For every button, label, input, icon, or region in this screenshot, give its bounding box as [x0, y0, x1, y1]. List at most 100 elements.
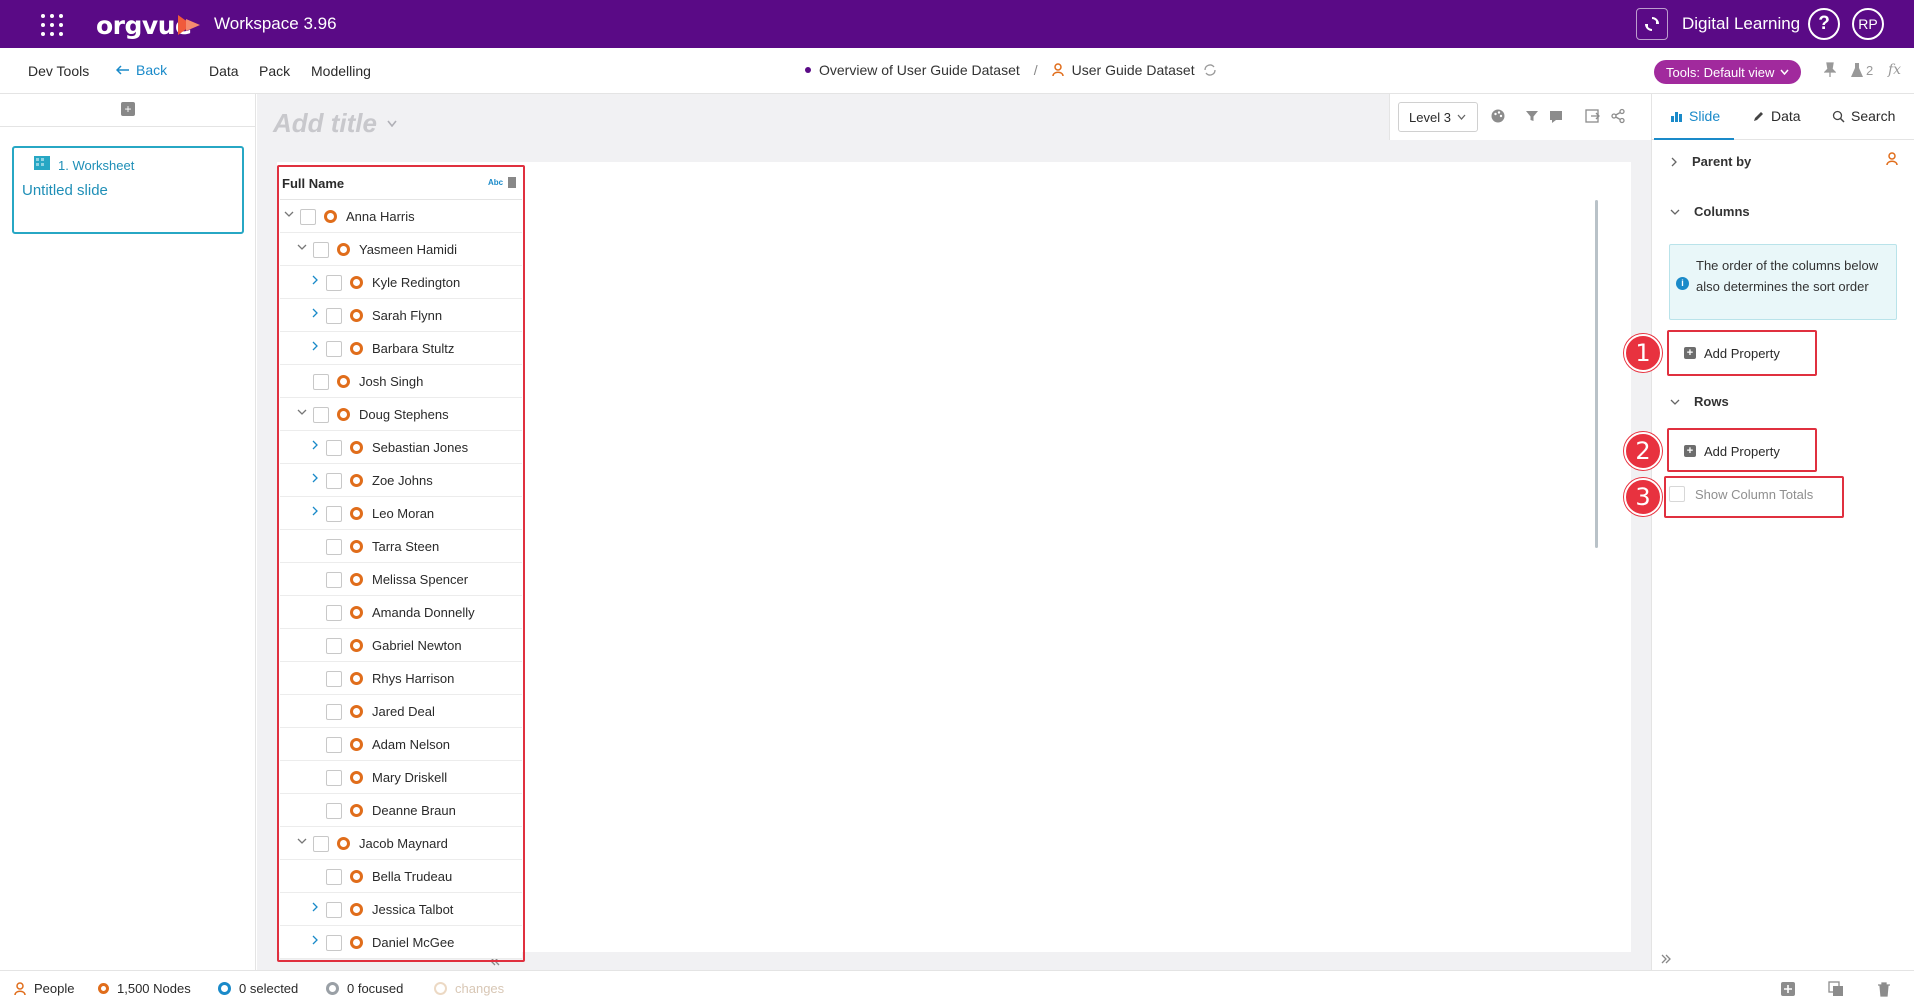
annotation-badge-2: 2: [1624, 432, 1662, 470]
chevron-down-icon: [1780, 69, 1789, 75]
slide-thumbnail[interactable]: 1. Worksheet Untitled slide: [12, 146, 244, 234]
person-icon[interactable]: [1886, 152, 1898, 166]
person-icon: [1051, 63, 1064, 77]
tab-data-label: Data: [1771, 108, 1801, 124]
status-focused-label: 0 focused: [347, 981, 404, 996]
tab-data[interactable]: Data: [1752, 108, 1801, 124]
level-select[interactable]: Level 3: [1398, 102, 1478, 132]
breadcrumb-separator: /: [1033, 62, 1038, 78]
add-node-icon[interactable]: [1780, 981, 1796, 997]
search-icon: [1832, 110, 1845, 123]
tab-search-label: Search: [1851, 108, 1896, 124]
slides-panel: + 1. Worksheet Untitled slide: [0, 94, 256, 970]
chevron-down-icon: [1670, 399, 1680, 405]
active-tab-indicator: [1654, 138, 1734, 140]
app-grid-icon[interactable]: [40, 13, 64, 37]
flask-count: 2: [1866, 62, 1874, 78]
expand-right-icon[interactable]: [1660, 954, 1672, 964]
bar-chart-icon: [1671, 111, 1682, 122]
slide-number: 1. Worksheet: [58, 158, 135, 173]
menu-dev-tools[interactable]: Dev Tools: [28, 63, 89, 79]
status-changes[interactable]: changes: [434, 981, 504, 996]
person-icon: [14, 981, 26, 995]
filter-icon[interactable]: [1524, 108, 1540, 124]
workspace-label: Workspace 3.96: [214, 14, 337, 33]
tab-slide-label: Slide: [1689, 108, 1721, 124]
user-avatar[interactable]: RP: [1852, 8, 1884, 40]
menu-modelling[interactable]: Modelling: [311, 63, 371, 79]
chevron-right-icon: [1671, 157, 1677, 166]
top-bar: orgvue Workspace 3.96 Digital Learning ?…: [0, 0, 1914, 48]
status-selected-label: 0 selected: [239, 981, 299, 996]
status-focused[interactable]: 0 focused: [326, 981, 403, 996]
status-selected[interactable]: 0 selected: [218, 981, 298, 996]
status-nodes[interactable]: 1,500 Nodes: [98, 981, 191, 996]
tools-view-dropdown[interactable]: Tools: Default view: [1654, 60, 1802, 84]
back-label: Back: [136, 62, 168, 78]
tab-search[interactable]: Search: [1832, 108, 1895, 124]
tab-slide[interactable]: Slide: [1670, 108, 1720, 124]
orgvue-logo-mark-icon: [178, 15, 202, 35]
annotation-badge-3: 3: [1624, 478, 1662, 516]
comment-icon[interactable]: [1548, 108, 1564, 124]
flask-icon: [1851, 63, 1863, 77]
info-callout: i The order of the columns below also de…: [1669, 244, 1897, 320]
status-changes-label: changes: [455, 981, 505, 996]
export-icon[interactable]: [1584, 108, 1600, 124]
sync-button[interactable]: [1636, 8, 1668, 40]
formula-button[interactable]: fx: [1888, 62, 1901, 78]
title-input[interactable]: Add title: [273, 108, 397, 139]
breadcrumb-parent[interactable]: Overview of User Guide Dataset: [819, 62, 1020, 78]
menu-data[interactable]: Data: [209, 63, 239, 79]
section-columns-label: Columns: [1694, 204, 1750, 219]
highlight-box-show-totals: [1664, 476, 1844, 518]
section-columns[interactable]: Columns: [1670, 204, 1750, 219]
info-text: The order of the columns below also dete…: [1696, 258, 1879, 294]
back-button[interactable]: Back: [116, 62, 167, 78]
info-icon: i: [1676, 277, 1689, 290]
menu-pack[interactable]: Pack: [259, 63, 290, 79]
divider: [0, 126, 256, 127]
status-nodes-label: 1,500 Nodes: [117, 981, 191, 996]
highlight-box-rows-add: [1667, 428, 1817, 472]
canvas-scrollbar[interactable]: [1595, 200, 1598, 548]
chevron-down-icon[interactable]: [387, 120, 397, 127]
tools-view-label: Tools: Default view: [1666, 64, 1775, 80]
org-name[interactable]: Digital Learning: [1682, 14, 1800, 34]
pencil-icon: [1754, 111, 1763, 121]
duplicate-node-icon[interactable]: [1828, 981, 1844, 997]
section-parent-by-label: Parent by: [1692, 154, 1752, 169]
section-parent-by[interactable]: Parent by: [1670, 154, 1751, 169]
menu-bar: Dev Tools Back Data Pack Modelling Overv…: [0, 48, 1914, 94]
add-slide-button[interactable]: +: [121, 102, 135, 116]
highlight-box-table: [277, 165, 525, 962]
highlight-box-columns-add: [1667, 330, 1817, 376]
breadcrumb-dot-icon: [805, 67, 811, 73]
focused-ring-icon: [326, 982, 339, 995]
breadcrumb-current[interactable]: User Guide Dataset: [1072, 62, 1195, 78]
chevron-down-icon: [1670, 209, 1680, 215]
palette-icon[interactable]: [1490, 108, 1506, 124]
status-people-label: People: [34, 981, 75, 996]
section-rows[interactable]: Rows: [1670, 394, 1729, 409]
flask-counter[interactable]: 2: [1850, 62, 1873, 78]
pin-icon[interactable]: [1824, 62, 1836, 78]
refresh-icon[interactable]: [1203, 64, 1217, 76]
selected-ring-icon: [218, 982, 231, 995]
breadcrumb: Overview of User Guide Dataset / User Gu…: [805, 62, 1217, 78]
status-people[interactable]: People: [14, 981, 74, 996]
status-bar: People 1,500 Nodes 0 selected 0 focused …: [0, 970, 1914, 1006]
slide-toolbar: Level 3: [1389, 94, 1651, 140]
title-placeholder: Add title: [273, 108, 377, 138]
level-value: Level 3: [1409, 109, 1451, 125]
annotation-badge-1: 1: [1624, 334, 1662, 372]
help-button[interactable]: ?: [1808, 8, 1840, 40]
sync-icon: [1645, 17, 1659, 31]
node-ring-icon: [98, 983, 109, 994]
share-icon[interactable]: [1610, 108, 1626, 124]
properties-panel: Slide Data Search Parent by Columns i Th…: [1624, 94, 1914, 970]
chevron-down-icon: [1457, 114, 1466, 120]
delete-node-icon[interactable]: [1876, 981, 1892, 997]
panel-tabs: Slide Data Search: [1652, 94, 1914, 140]
slide-name: Untitled slide: [22, 182, 108, 199]
